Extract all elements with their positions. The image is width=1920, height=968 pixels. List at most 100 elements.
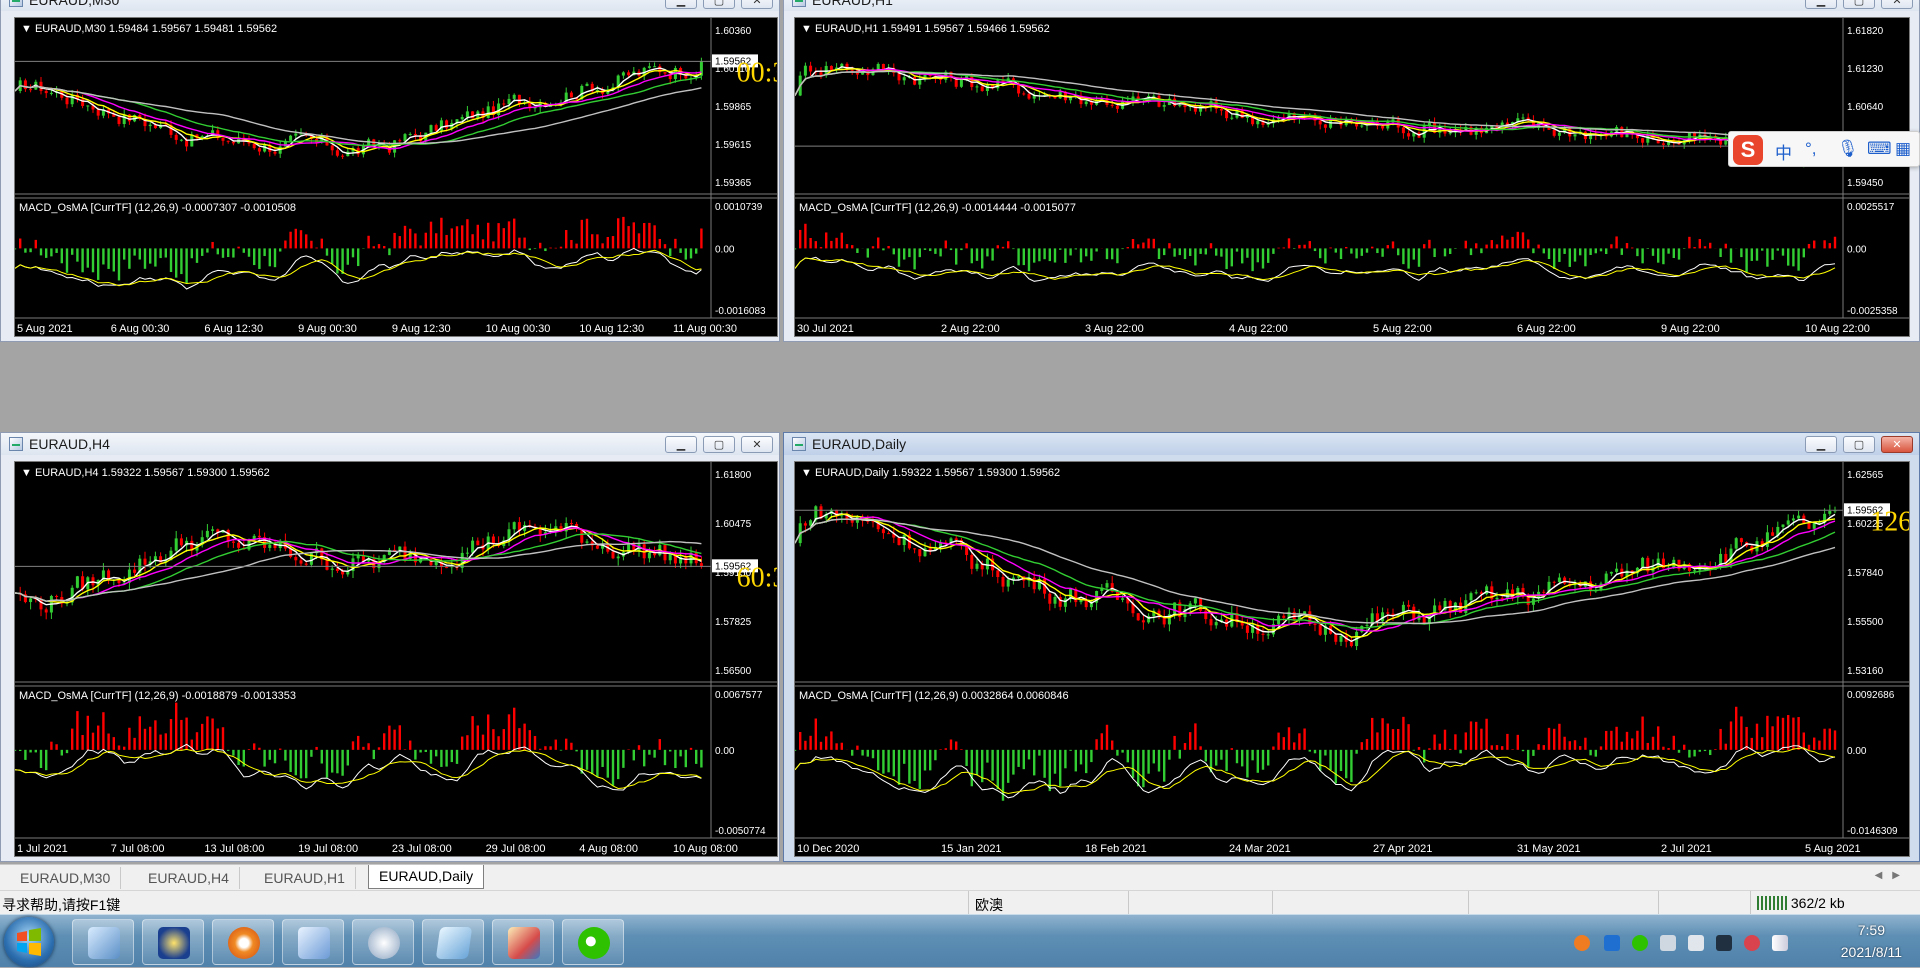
taskbar-app-wechat[interactable] [562,919,624,965]
window-titlebar[interactable]: EURAUD,M30 ▁ ▢ ✕ [1,0,779,11]
chart-canvas[interactable]: ▼ EURAUD,H4 1.59322 1.59567 1.59300 1.59… [14,461,778,857]
symbol-header: ▼ EURAUD,H4 1.59322 1.59567 1.59300 1.59… [21,467,270,479]
keyboard-icon[interactable]: ⌨ [1867,139,1892,159]
window-titlebar[interactable]: EURAUD,H4 ▁ ▢ ✕ [1,433,779,455]
moving-average-line [15,72,701,149]
tab-euraud-h1[interactable]: EURAUD,H1 [254,867,356,889]
clock-date: 2021/8/11 [1841,941,1902,963]
chart-window-icon [9,437,23,451]
chart-window-h4[interactable]: EURAUD,H4 ▁ ▢ ✕ ▼ EURAUD,H4 1.59322 1.59… [0,432,780,862]
date-tick-label: 9 Aug 12:30 [392,323,451,335]
price-tick-label: 1.61230 [1847,64,1884,75]
maximize-button[interactable]: ▢ [703,0,735,9]
mute-icon[interactable] [1744,935,1760,951]
macd-level-label: -0.0050774 [715,826,766,837]
taskbar-app-paint[interactable] [492,919,554,965]
close-button[interactable]: ✕ [1881,0,1913,9]
price-tick-label: 1.56500 [715,666,752,677]
tab-euraud-h4[interactable]: EURAUD,H4 [138,867,240,889]
macd-level-label: -0.0025358 [1847,306,1898,317]
mdi-workspace: EURAUD,M30 ▁ ▢ ✕ ▼ EURAUD,M30 1.59484 1.… [0,0,1920,864]
price-tick-label: 1.55500 [1847,617,1884,628]
ime-language-toggle[interactable]: 中 [1775,139,1792,164]
minimize-button[interactable]: ▁ [1805,0,1837,9]
sogou-logo-icon[interactable]: S [1733,135,1763,165]
volume-icon[interactable] [1688,935,1704,951]
start-button[interactable] [4,917,54,967]
date-tick-label: 4 Aug 22:00 [1229,323,1288,335]
price-tick-label: 1.61800 [715,470,752,481]
macd-level-label: 0.00 [715,244,735,255]
taskbar-app-notepad[interactable] [422,919,484,965]
minimize-button[interactable]: ▁ [665,0,697,9]
taskbar-app-network[interactable] [72,919,134,965]
taskbar-app-media[interactable] [352,919,414,965]
price-tick-label: 1.60360 [715,26,752,37]
status-profile: 欧澳 [968,891,1128,915]
window-title: EURAUD,H1 [812,0,893,8]
date-tick-label: 4 Aug 08:00 [579,843,638,855]
moving-average-line [15,71,701,152]
close-button[interactable]: ✕ [1881,436,1913,453]
close-button[interactable]: ✕ [741,0,773,9]
symbol-header: ▼ EURAUD,M30 1.59484 1.59567 1.59481 1.5… [21,23,277,35]
chart-canvas[interactable]: ▼ EURAUD,M30 1.59484 1.59567 1.59481 1.5… [14,17,778,337]
taskbar-app-mt4[interactable] [282,919,344,965]
shield-icon[interactable] [1604,935,1620,951]
chart-tab-bar: EURAUD,M30 EURAUD,H4 EURAUD,H1 EURAUD,Da… [0,864,1920,890]
date-tick-label: 10 Dec 2020 [797,843,859,855]
ime-punctuation-toggle[interactable]: °, [1805,139,1817,159]
wechat-tray-icon[interactable] [1632,935,1648,951]
chart-canvas[interactable]: ▼ EURAUD,H1 1.59491 1.59567 1.59466 1.59… [794,17,1910,337]
tab-euraud-m30[interactable]: EURAUD,M30 [10,867,121,889]
chart-window-daily[interactable]: EURAUD,Daily ▁ ▢ ✕ ▼ EURAUD,Daily 1.5932… [783,432,1920,862]
chart-window-icon [792,437,806,451]
taskbar-app-orange[interactable] [212,919,274,965]
window-titlebar[interactable]: EURAUD,Daily ▁ ▢ ✕ [784,433,1919,455]
macd-histogram [795,707,1836,801]
network-tray-icon[interactable] [1660,935,1676,951]
chart-window-m30[interactable]: EURAUD,M30 ▁ ▢ ✕ ▼ EURAUD,M30 1.59484 1.… [0,0,780,342]
price-tick-label: 1.60640 [1847,102,1884,113]
date-tick-label: 5 Aug 2021 [1805,843,1861,855]
maximize-button[interactable]: ▢ [1843,0,1875,9]
microphone-icon[interactable]: 🎙 [1837,139,1859,159]
signal-icon[interactable] [1772,935,1788,951]
date-tick-label: 27 Apr 2021 [1373,843,1432,855]
chart-window-h1[interactable]: EURAUD,H1 ▁ ▢ ✕ ▼ EURAUD,H1 1.59491 1.59… [783,0,1920,342]
date-tick-label: 1 Jul 2021 [17,843,68,855]
status-cell-empty [1272,891,1468,915]
windows-logo-icon [15,928,43,956]
ime-toolbar[interactable]: S 中 °, 🎙 ⌨ ▦ [1728,131,1920,167]
grid-menu-icon[interactable]: ▦ [1895,139,1911,159]
maximize-button[interactable]: ▢ [703,436,735,453]
chart-canvas[interactable]: ▼ EURAUD,Daily 1.59322 1.59567 1.59300 1… [794,461,1910,857]
system-clock[interactable]: 7:59 2021/8/11 [1841,919,1902,963]
price-tick-label: 1.59865 [715,102,752,113]
symbol-header: ▼ EURAUD,H1 1.59491 1.59567 1.59466 1.59… [801,23,1050,35]
price-tick-label: 1.60475 [715,519,752,530]
symbol-header: ▼ EURAUD,Daily 1.59322 1.59567 1.59300 1… [801,467,1060,479]
chart-window-icon [9,0,23,7]
macd-label: MACD_OsMA [CurrTF] (12,26,9) -0.0007307 … [19,202,296,214]
window-titlebar[interactable]: EURAUD,H1 ▁ ▢ ✕ [784,0,1919,11]
connection-bars-icon [1757,896,1787,910]
maximize-button[interactable]: ▢ [1843,436,1875,453]
minimize-button[interactable]: ▁ [1805,436,1837,453]
tab-euraud-daily[interactable]: EURAUD,Daily [368,865,484,889]
tab-scroll-arrows[interactable]: ◀▶ [1875,870,1910,881]
macd-level-label: 0.0025517 [1847,202,1895,213]
chart-window-icon [792,0,806,7]
chart-svg: ▼ EURAUD,M30 1.59484 1.59567 1.59481 1.5… [15,18,778,337]
minimize-button[interactable]: ▁ [665,436,697,453]
date-tick-label: 13 Jul 08:00 [204,843,264,855]
monitor-icon[interactable] [1716,935,1732,951]
taskbar-app-dollar[interactable] [142,919,204,965]
macd-level-label: 0.0067577 [715,690,763,701]
close-button[interactable]: ✕ [741,436,773,453]
macd-level-label: -0.0016083 [715,306,766,317]
macd-histogram [15,217,703,283]
window-title: EURAUD,H4 [29,436,110,452]
macd-level-label: 0.0010739 [715,202,763,213]
tray-app-icon[interactable] [1574,935,1590,951]
